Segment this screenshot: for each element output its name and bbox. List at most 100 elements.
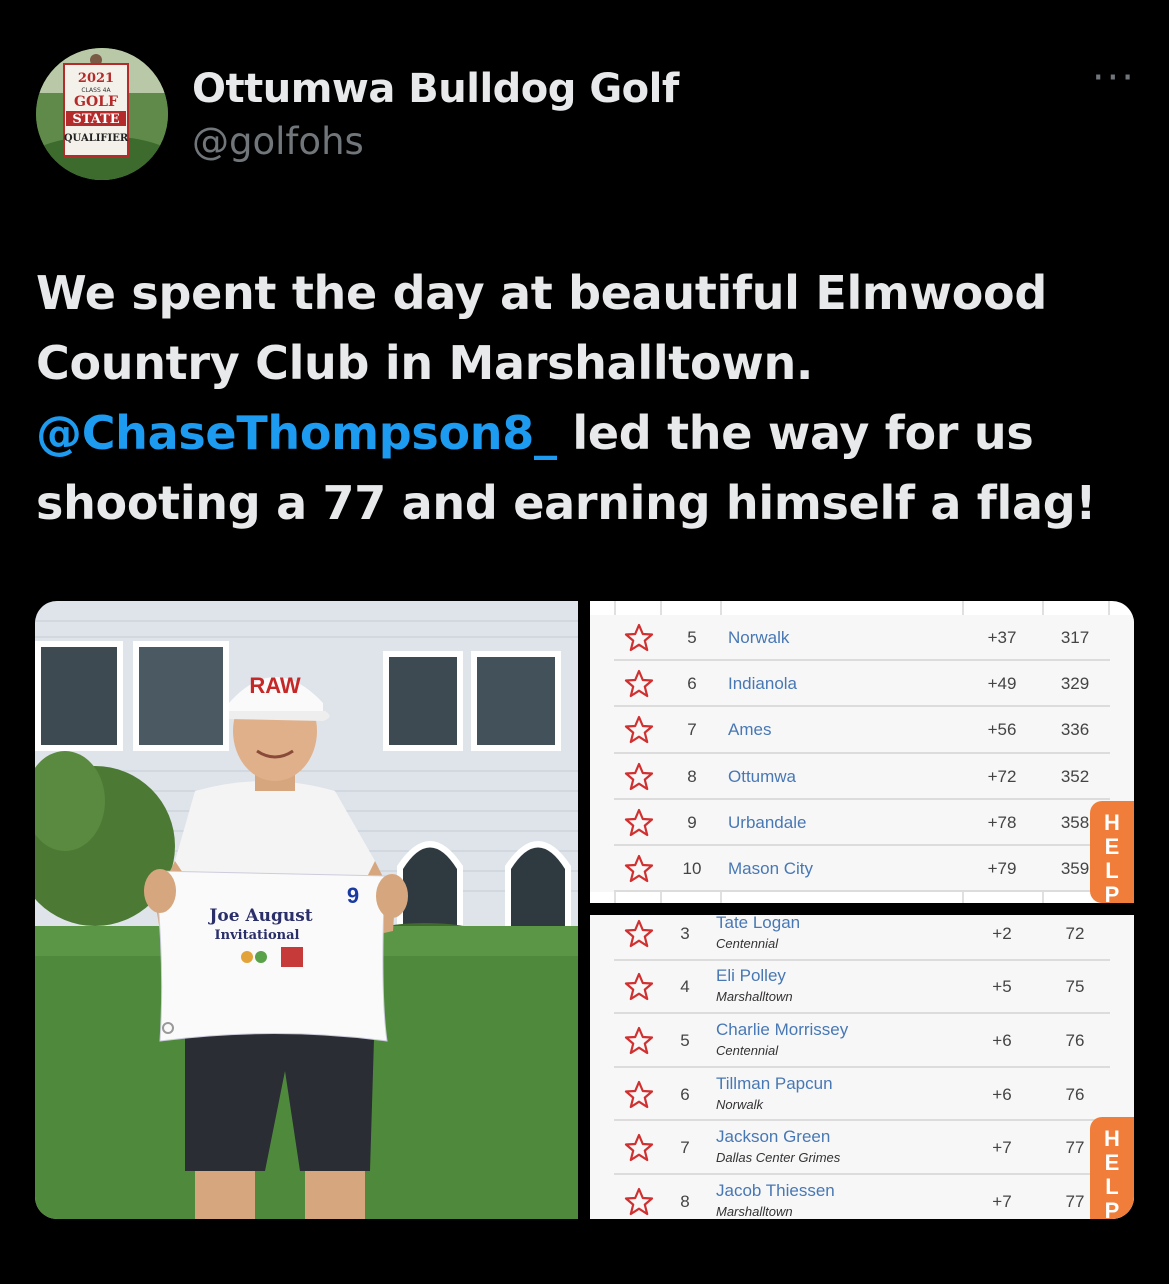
more-options-icon[interactable]: ··· bbox=[1092, 58, 1136, 98]
player-school: Centennial bbox=[716, 1042, 779, 1058]
avatar-banner-year: 2021 bbox=[78, 71, 114, 86]
favorite-star-icon[interactable] bbox=[624, 972, 654, 1002]
table-row[interactable]: 7 Ames +56 336 bbox=[590, 707, 1134, 754]
total-score-cell: 336 bbox=[1060, 720, 1090, 740]
help-letter: P bbox=[1104, 882, 1120, 904]
team-standings-panel[interactable]: 5 Norwalk +37 317 6 Indianola +49 329 7 Ames +56 33… bbox=[590, 601, 1134, 903]
to-par-cell: +7 bbox=[992, 1138, 1012, 1158]
team-name-link[interactable]: Mason City bbox=[728, 859, 813, 879]
favorite-star-icon[interactable] bbox=[624, 762, 654, 792]
position-cell: 7 bbox=[680, 1138, 690, 1158]
table-row[interactable]: 5 Charlie Morrissey Centennial +6 76 bbox=[590, 1014, 1134, 1068]
total-score-cell: 352 bbox=[1060, 766, 1090, 786]
avatar-banner-class: CLASS 4A bbox=[81, 87, 111, 94]
position-cell: 7 bbox=[687, 720, 697, 740]
table-row[interactable]: 5 Norwalk +37 317 bbox=[590, 615, 1134, 662]
player-name-link[interactable]: Tate Logan bbox=[716, 915, 800, 933]
avatar-banner-golf: GOLF bbox=[74, 94, 118, 110]
position-cell: 5 bbox=[687, 628, 697, 648]
avatar-image: 2021 CLASS 4A GOLF STATE QUALIFIER bbox=[36, 48, 168, 180]
help-button-bottom[interactable]: HELP bbox=[1090, 1117, 1134, 1219]
to-par-cell: +56 bbox=[987, 720, 1017, 740]
favorite-star-icon[interactable] bbox=[624, 623, 654, 653]
to-par-cell: +37 bbox=[987, 628, 1017, 648]
to-par-cell: +79 bbox=[987, 859, 1017, 879]
table-row[interactable]: 4 Eli Polley Marshalltown +5 75 bbox=[590, 960, 1134, 1015]
author-handle[interactable]: @golfohs bbox=[192, 120, 364, 163]
author-display-name[interactable]: Ottumwa Bulldog Golf bbox=[192, 66, 679, 112]
position-cell: 3 bbox=[680, 923, 690, 943]
position-cell: 4 bbox=[680, 977, 690, 997]
avatar-banner-state: STATE bbox=[72, 112, 119, 127]
help-button-top[interactable]: HELP bbox=[1090, 801, 1134, 903]
favorite-star-icon[interactable] bbox=[624, 919, 654, 949]
team-name-link[interactable]: Norwalk bbox=[728, 628, 789, 648]
player-name-link[interactable]: Jackson Green bbox=[716, 1127, 830, 1147]
player-name-link[interactable]: Tillman Papcun bbox=[716, 1074, 833, 1094]
player-school: Norwalk bbox=[716, 1096, 763, 1112]
to-par-cell: +72 bbox=[987, 766, 1017, 786]
player-name-link[interactable]: Eli Polley bbox=[716, 966, 786, 986]
total-score-cell: 76 bbox=[1065, 1084, 1085, 1104]
tweet-line-4: shooting a 77 and earning himself a flag… bbox=[36, 476, 1097, 530]
position-cell: 8 bbox=[687, 766, 697, 786]
golfer-photo[interactable]: RAW 9 Joe August Invitational bbox=[35, 601, 578, 1219]
flag-number: 9 bbox=[347, 883, 359, 908]
position-cell: 6 bbox=[687, 674, 697, 694]
position-cell: 6 bbox=[680, 1084, 690, 1104]
to-par-cell: +2 bbox=[992, 923, 1012, 943]
to-par-cell: +78 bbox=[987, 812, 1017, 832]
to-par-cell: +49 bbox=[987, 674, 1017, 694]
help-letter: H bbox=[1104, 810, 1120, 835]
player-name-link[interactable]: Charlie Morrissey bbox=[716, 1020, 848, 1040]
table-row[interactable]: 6 Indianola +49 329 bbox=[590, 661, 1134, 708]
to-par-cell: +7 bbox=[992, 1191, 1012, 1211]
favorite-star-icon[interactable] bbox=[624, 1080, 654, 1110]
table-row[interactable]: 6 Tillman Papcun Norwalk +6 76 bbox=[590, 1067, 1134, 1122]
favorite-star-icon[interactable] bbox=[624, 669, 654, 699]
to-par-cell: +6 bbox=[992, 1084, 1012, 1104]
team-name-link[interactable]: Indianola bbox=[728, 674, 797, 694]
tweet-line-3: @ChaseThompson8_ led the way for us bbox=[36, 398, 1136, 468]
table-row[interactable]: 3 Tate Logan Centennial +2 72 bbox=[590, 915, 1134, 961]
player-school: Marshalltown bbox=[716, 1203, 793, 1219]
team-name-link[interactable]: Ottumwa bbox=[728, 767, 796, 787]
to-par-cell: +6 bbox=[992, 1030, 1012, 1050]
help-letter: L bbox=[1105, 1174, 1119, 1199]
favorite-star-icon[interactable] bbox=[624, 1187, 654, 1217]
tweet-line-2: Country Club in Marshalltown. bbox=[36, 336, 814, 390]
player-school: Marshalltown bbox=[716, 989, 793, 1005]
table-row[interactable]: 10 Mason City +79 359 bbox=[590, 846, 1134, 893]
favorite-star-icon[interactable] bbox=[624, 854, 654, 884]
favorite-star-icon[interactable] bbox=[624, 808, 654, 838]
cap-text: RAW bbox=[249, 673, 301, 698]
favorite-star-icon[interactable] bbox=[624, 715, 654, 745]
table-row[interactable]: 8 Ottumwa +72 352 bbox=[590, 753, 1134, 800]
table-row[interactable]: 7 Jackson Green Dallas Center Grimes +7 77 bbox=[590, 1121, 1134, 1175]
help-letter: H bbox=[1104, 1126, 1120, 1151]
total-score-cell: 317 bbox=[1060, 628, 1090, 648]
position-cell: 5 bbox=[680, 1030, 690, 1050]
position-cell: 9 bbox=[687, 812, 697, 832]
team-name-link[interactable]: Ames bbox=[728, 720, 771, 740]
help-letter: E bbox=[1104, 834, 1120, 859]
help-letter: P bbox=[1104, 1198, 1120, 1220]
position-cell: 10 bbox=[682, 859, 702, 879]
golfer-photo-image: RAW 9 Joe August Invitational bbox=[35, 601, 578, 1219]
individual-standings-panel[interactable]: 3 Tate Logan Centennial +2 72 4 Eli Polley Mars… bbox=[590, 915, 1134, 1219]
total-score-cell: 75 bbox=[1065, 977, 1085, 997]
avatar[interactable]: 2021 CLASS 4A GOLF STATE QUALIFIER bbox=[36, 48, 168, 180]
table-row[interactable]: 9 Urbandale +78 358 bbox=[590, 799, 1134, 846]
favorite-star-icon[interactable] bbox=[624, 1026, 654, 1056]
total-score-cell: 76 bbox=[1065, 1030, 1085, 1050]
favorite-star-icon[interactable] bbox=[624, 1133, 654, 1163]
flag-title-line2: Invitational bbox=[215, 928, 300, 943]
total-score-cell: 72 bbox=[1065, 923, 1085, 943]
team-name-link[interactable]: Urbandale bbox=[728, 813, 806, 833]
flag-title-line1: Joe August bbox=[207, 906, 312, 926]
tweet-text: We spent the day at beautiful Elmwood Co… bbox=[36, 258, 1136, 538]
player-name-link[interactable]: Jacob Thiessen bbox=[716, 1181, 835, 1201]
mention-link[interactable]: @ChaseThompson8_ bbox=[36, 406, 557, 460]
position-cell: 8 bbox=[680, 1191, 690, 1211]
table-row[interactable]: 8 Jacob Thiessen Marshalltown +7 77 bbox=[590, 1175, 1134, 1219]
